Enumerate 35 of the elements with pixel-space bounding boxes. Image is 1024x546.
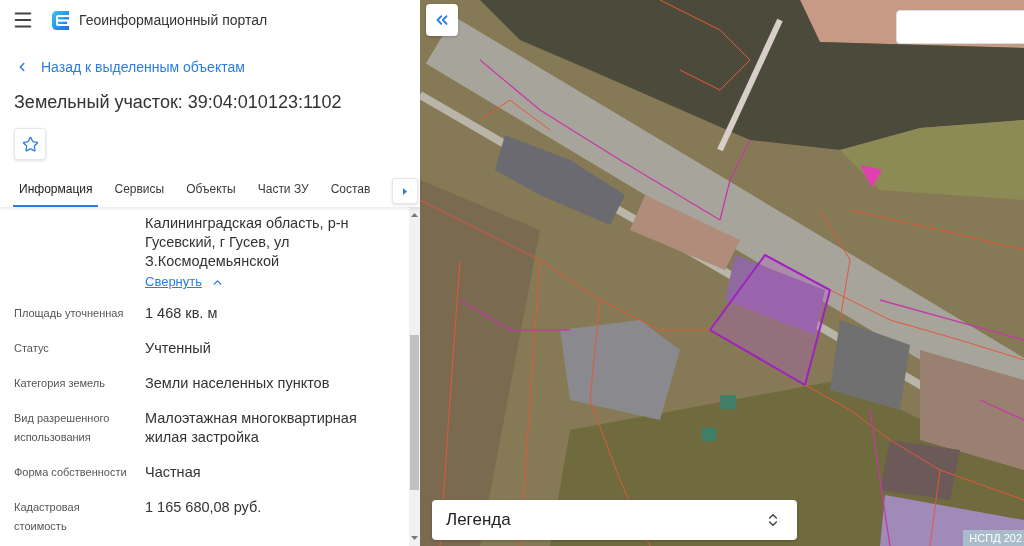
property-label: Категория земель [14,376,106,391]
tab[interactable]: Части ЗУ [251,172,315,207]
tab[interactable]: Объекты [180,172,242,207]
property-label: Статус [14,341,50,356]
legend-select[interactable]: Легенда [432,500,797,540]
collapse-panel-button[interactable] [426,4,458,36]
caret-right-icon [403,187,407,195]
favorite-button[interactable] [14,128,46,160]
property-value: 1 165 680,08 руб. [145,498,263,517]
search-field[interactable] [896,10,1024,44]
scroll-down-icon[interactable] [411,536,418,540]
property-value: 1 468 кв. м [145,304,219,323]
address-value: Калининградская область, р-н Гусевский, г Гусев, ул З.Космодемьянской [145,214,350,271]
star-icon [21,135,39,153]
logo-icon [52,10,69,30]
scroll-up-icon[interactable] [411,213,418,217]
property-label: Вид разрешенного использования [14,411,111,445]
map-attribution: НСПД 202 [963,530,1024,546]
scrollbar-track[interactable] [409,207,420,546]
tab[interactable]: Информация [13,172,99,207]
property-label: Кадастровая стоимость [14,500,81,534]
back-link[interactable]: Назад к выделенным объектам [15,56,245,78]
scrollbar-thumb[interactable] [410,335,419,490]
tabs-scroll-right-button[interactable] [392,178,418,204]
property-label: Форма собственности [14,465,128,480]
tab[interactable]: Состав [324,172,377,207]
tab[interactable]: Сервисы [108,172,171,207]
collapse-link[interactable]: Свернуть [145,272,224,292]
property-label: Площадь уточненная [14,306,125,321]
property-value: Частная [145,463,202,482]
app-title: Геоинформационный портал [79,10,268,30]
object-title: Земельный участок: 39:04:010123:1102 [14,91,342,114]
property-value: Земли населенных пунктов [145,374,331,393]
property-value: Учтенный [145,339,212,358]
property-value: Малоэтажная многоквартирная жилая застройка [145,409,358,447]
